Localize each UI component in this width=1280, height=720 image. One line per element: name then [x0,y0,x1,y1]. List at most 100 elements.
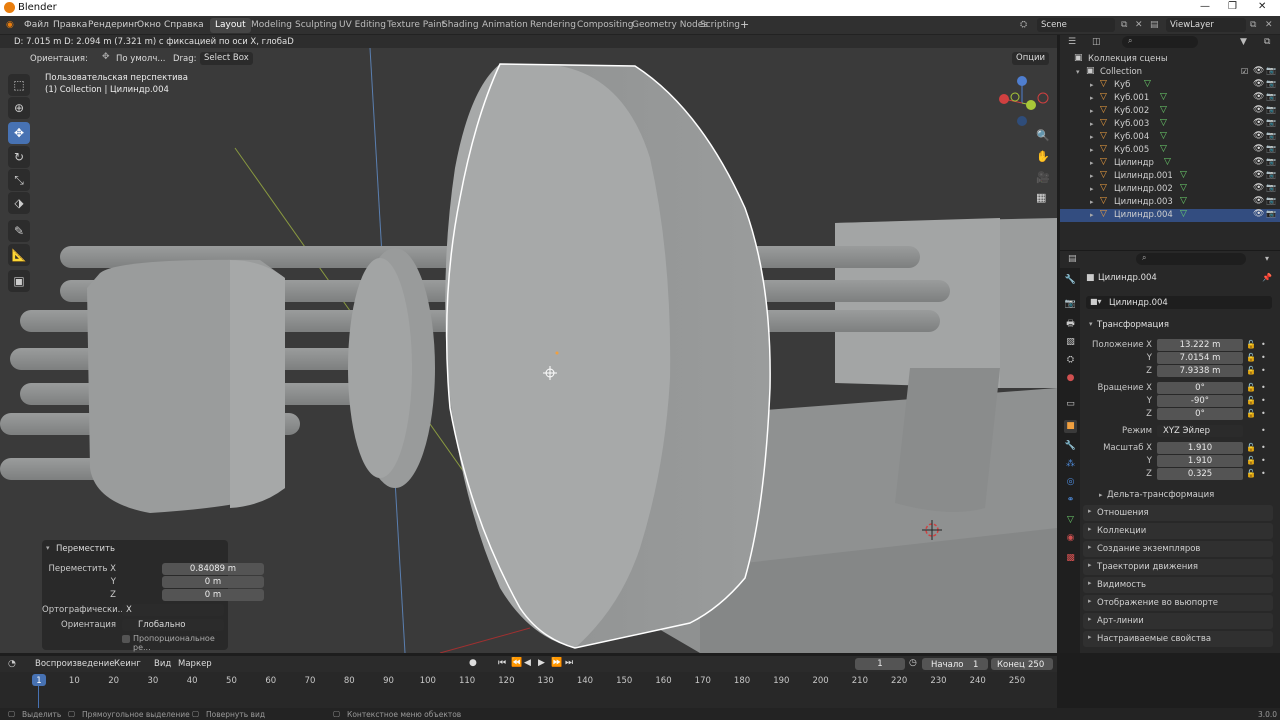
current-frame-field[interactable]: 1 [855,658,905,670]
display-mode-icon[interactable]: ◫ [1092,37,1101,47]
panel-instancing[interactable]: ▸ Создание экземпляров [1083,541,1273,557]
eye-icon[interactable]: 👁 [1253,131,1264,141]
properties-search-input[interactable]: ⌕ [1136,253,1246,265]
camera-icon[interactable]: 📷 [1266,196,1276,205]
viewlayer-field[interactable]: ViewLayer [1166,18,1246,32]
camera-icon[interactable]: 📷 [1266,105,1276,114]
eye-icon[interactable]: 👁 [1253,118,1264,128]
scale-x-field[interactable]: 1.910 [1157,442,1243,454]
scene-field[interactable]: Scene [1037,18,1115,32]
keyframe-dot-icon[interactable]: • [1261,353,1266,362]
panel-motion-paths[interactable]: ▸ Траектории движения [1083,559,1273,575]
tool-tab-icon[interactable]: 🔧 [1064,274,1077,287]
transform-tool-icon[interactable]: ⬗ [8,192,30,214]
outliner-item-cylinder-004[interactable]: ▸ ▽ Цилиндр.004 ▽ 👁 📷 [1060,209,1280,222]
lock-icon[interactable]: 🔓 [1246,396,1256,405]
location-z-field[interactable]: 7.9338 m [1157,365,1243,377]
view-layer-tab-icon[interactable]: ▧ [1064,336,1077,349]
jump-end-icon[interactable]: ⏭ [565,658,573,668]
expand-icon[interactable]: ▾ [1076,68,1080,76]
panel-custom-properties[interactable]: ▸ Настраиваемые свойства [1083,631,1273,647]
camera-icon[interactable]: 📷 [1266,118,1276,127]
scene-tab-icon[interactable]: ⛭ [1064,354,1077,367]
mesh-icon[interactable]: ▽ [1160,118,1167,128]
rotation-z-field[interactable]: 0° [1157,408,1243,420]
output-tab-icon[interactable]: 🖶 [1064,318,1077,331]
eye-icon[interactable]: 👁 [1253,79,1264,89]
orient-dropdown[interactable]: Глобально [122,619,224,631]
viewlayer-new-icon[interactable]: ⧉ [1250,20,1256,30]
move-z-field[interactable]: 0 m [162,589,264,601]
mesh-icon[interactable]: ▽ [1144,79,1151,89]
proportional-checkbox[interactable] [122,635,130,643]
menu-window[interactable]: Окно [137,20,161,30]
camera-icon[interactable]: 📷 [1266,66,1276,75]
minimize-icon[interactable]: — [1200,1,1210,12]
camera-icon[interactable]: 📷 [1266,209,1276,218]
lock-icon[interactable]: 🔓 [1246,340,1256,349]
mesh-icon[interactable]: ▽ [1164,157,1171,167]
location-y-field[interactable]: 7.0154 m [1157,352,1243,364]
particles-tab-icon[interactable]: ⁂ [1064,458,1077,471]
playback-menu[interactable]: Воспроизведение [35,659,115,669]
keyframe-dot-icon[interactable]: • [1261,396,1266,405]
scale-z-field[interactable]: 0.325 [1157,468,1243,480]
new-collection-icon[interactable]: ⧉ [1264,37,1270,47]
eye-icon[interactable]: 👁 [1253,66,1264,76]
play-icon[interactable]: ▶ [538,658,545,668]
collection-tab-icon[interactable]: ▭ [1064,398,1077,411]
filter-icon[interactable]: ▼ [1240,37,1247,47]
viewlayer-remove-icon[interactable]: ✕ [1265,20,1273,30]
eye-icon[interactable]: 👁 [1253,92,1264,102]
mesh-icon[interactable]: ▽ [1160,131,1167,141]
eye-icon[interactable]: 👁 [1253,170,1264,180]
outliner-item-cylinder-003[interactable]: ▸ ▽ Цилиндр.003 ▽ 👁 📷 [1060,196,1280,209]
mesh-icon[interactable]: ▽ [1180,170,1187,180]
eye-icon[interactable]: 👁 [1253,183,1264,193]
keyframe-dot-icon[interactable]: • [1261,340,1266,349]
lock-icon[interactable]: 🔓 [1246,469,1256,478]
menu-file[interactable]: Файл [24,20,49,30]
texture-tab-icon[interactable]: ▩ [1064,552,1077,565]
scene-new-icon[interactable]: ⧉ [1121,20,1127,30]
mesh-icon[interactable]: ▽ [1180,196,1187,206]
lock-icon[interactable]: 🔓 [1246,443,1256,452]
blender-menu-icon[interactable]: ◉ [6,20,14,30]
mesh-icon[interactable]: ▽ [1180,183,1187,193]
panel-line-art[interactable]: ▸ Арт-линии [1083,613,1273,629]
outliner-item-kub-002[interactable]: ▸ ▽ Куб.002 ▽ 👁 📷 [1060,105,1280,118]
camera-icon[interactable]: 📷 [1266,92,1276,101]
add-cube-tool-icon[interactable]: ▣ [8,270,30,292]
camera-icon[interactable]: 📷 [1266,144,1276,153]
camera-icon[interactable]: 📷 [1266,79,1276,88]
panel-relations[interactable]: ▸ Отношения [1083,505,1273,521]
keying-menu[interactable]: Кеинг [114,659,141,669]
menu-edit[interactable]: Правка [53,20,87,30]
keyframe-dot-icon[interactable]: • [1261,426,1266,435]
world-tab-icon[interactable]: ● [1064,372,1077,385]
editor-type-icon[interactable]: ▤ [1068,254,1077,264]
options-dropdown[interactable]: Опции [1012,52,1050,65]
keyframe-dot-icon[interactable]: • [1261,469,1266,478]
outliner-item-cylinder-001[interactable]: ▸ ▽ Цилиндр.001 ▽ 👁 📷 [1060,170,1280,183]
collapse-icon[interactable]: ▾ [46,544,50,552]
eye-icon[interactable]: 👁 [1253,209,1264,219]
collection-checkbox-icon[interactable]: ☑ [1241,67,1248,76]
delta-transform-header[interactable]: Дельта-трансформация [1107,490,1214,500]
ortho-dropdown[interactable]: X [122,604,224,616]
outliner-item-kub[interactable]: ▸ ▽ Куб ▽ 👁 📷 [1060,79,1280,92]
outliner-item-kub-001[interactable]: ▸ ▽ Куб.001 ▽ 👁 📷 [1060,92,1280,105]
marker-menu[interactable]: Маркер [178,659,212,669]
object-tab-icon[interactable]: ■ [1064,420,1077,433]
outliner-scene-collection[interactable]: ▣ Коллекция сцены [1060,53,1280,66]
location-x-field[interactable]: 13.222 m [1157,339,1243,351]
constraints-tab-icon[interactable]: ⚭ [1064,494,1077,507]
physics-tab-icon[interactable]: ◎ [1064,476,1077,489]
move-tool-icon[interactable]: ✥ [8,122,30,144]
data-tab-icon[interactable]: ▽ [1064,514,1077,527]
scale-y-field[interactable]: 1.910 [1157,455,1243,467]
maximize-icon[interactable]: ❐ [1228,1,1237,12]
keyframe-dot-icon[interactable]: • [1261,443,1266,452]
camera-icon[interactable]: 📷 [1266,170,1276,179]
keyframe-dot-icon[interactable]: • [1261,409,1266,418]
